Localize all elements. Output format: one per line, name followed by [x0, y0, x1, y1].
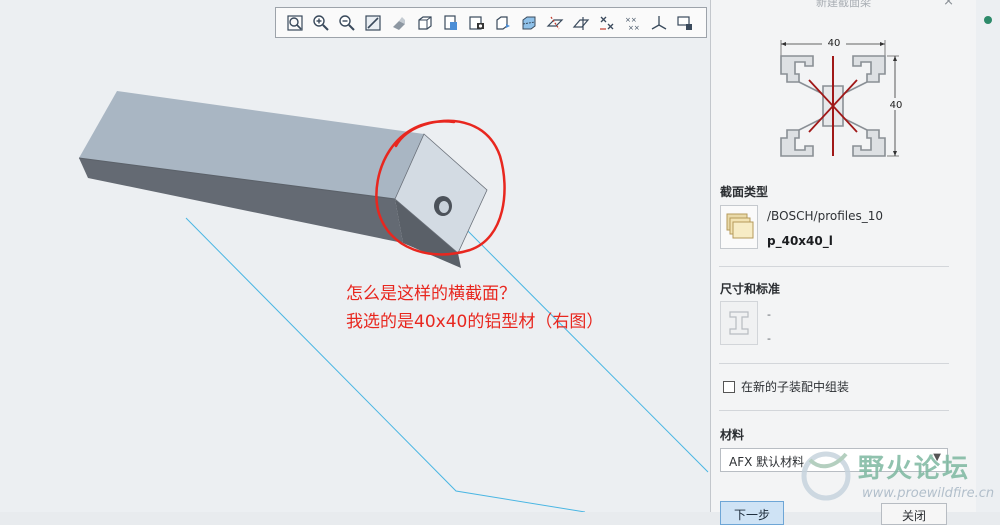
cable-line — [185, 217, 586, 512]
graphics-viewport[interactable]: 怎么是这样的横截面？ 我选的是40x40的铝型材（右图） ×× ×× — [0, 0, 710, 512]
divider — [719, 266, 949, 267]
dimensions-button[interactable] — [720, 301, 758, 345]
assembly-checkbox-label: 在新的子装配中组装 — [741, 380, 850, 394]
preview-height-label: 40 — [890, 100, 903, 111]
datum-axes-icon[interactable] — [568, 11, 593, 35]
repaint-icon[interactable] — [360, 11, 385, 35]
forum-watermark: 野火论坛 www.proewildfire.cn — [790, 440, 1000, 512]
section-type-heading: 截面类型 — [720, 185, 769, 199]
appearance-icon[interactable] — [464, 11, 489, 35]
svg-text:××: ×× — [628, 24, 640, 32]
divider — [719, 410, 949, 411]
profile-preview-image: 40 40 — [780, 35, 905, 157]
beam-end-hole-inner — [439, 201, 449, 213]
display-style-icon[interactable] — [438, 11, 463, 35]
annotation-display-icon[interactable] — [672, 11, 697, 35]
model-scene[interactable] — [0, 0, 710, 512]
folder-stack-icon — [726, 213, 754, 239]
right-edge-strip — [976, 0, 1000, 512]
panel-title: 新建截面梁 — [816, 0, 871, 9]
assembly-checkbox[interactable] — [723, 380, 735, 393]
section-view-icon[interactable] — [516, 11, 541, 35]
new-section-beam-panel: 新建截面梁 × 40 40 截面类型 /BOSCH/profiles_10 p_… — [710, 0, 976, 525]
coordinate-systems-icon[interactable] — [646, 11, 671, 35]
hidden-line-icon[interactable] — [490, 11, 515, 35]
datum-point-markers-icon[interactable]: ×× ×× — [620, 11, 645, 35]
material-heading: 材料 — [720, 428, 745, 442]
section-library-path: /BOSCH/profiles_10 — [767, 209, 883, 223]
tool-icon — [984, 16, 992, 24]
zoom-fit-icon[interactable] — [282, 11, 307, 35]
svg-text:××: ×× — [625, 16, 637, 24]
view-toolbar: ×× ×× — [275, 7, 707, 38]
standard-value: - — [767, 332, 771, 345]
preview-width-label: 40 — [828, 38, 841, 49]
watermark-title: 野火论坛 — [858, 454, 971, 484]
zoom-out-icon[interactable] — [334, 11, 359, 35]
assembly-option-row[interactable]: 在新的子装配中组装 — [723, 378, 849, 395]
dimension-value: - — [767, 308, 771, 321]
datum-planes-icon[interactable] — [542, 11, 567, 35]
watermark-url: www.proewildfire.cn — [862, 486, 995, 501]
annotation-profile-note: 我选的是40x40的铝型材（右图） — [346, 312, 604, 332]
annotation-question: 怎么是这样的横截面？ — [346, 284, 516, 304]
saved-orientations-icon[interactable] — [386, 11, 411, 35]
section-type-browse-button[interactable] — [720, 205, 758, 249]
view-manager-icon[interactable] — [412, 11, 437, 35]
zoom-in-icon[interactable] — [308, 11, 333, 35]
section-profile-name: p_40x40_l — [767, 234, 833, 248]
datum-points-icon[interactable] — [594, 11, 619, 35]
cable-line — [444, 207, 709, 473]
divider — [719, 363, 949, 364]
next-button[interactable]: 下一步 — [720, 501, 784, 525]
i-beam-icon — [729, 311, 749, 335]
watermark-logo-icon — [801, 451, 851, 501]
close-icon[interactable]: × — [943, 0, 954, 9]
dimensions-heading: 尺寸和标准 — [720, 282, 781, 296]
